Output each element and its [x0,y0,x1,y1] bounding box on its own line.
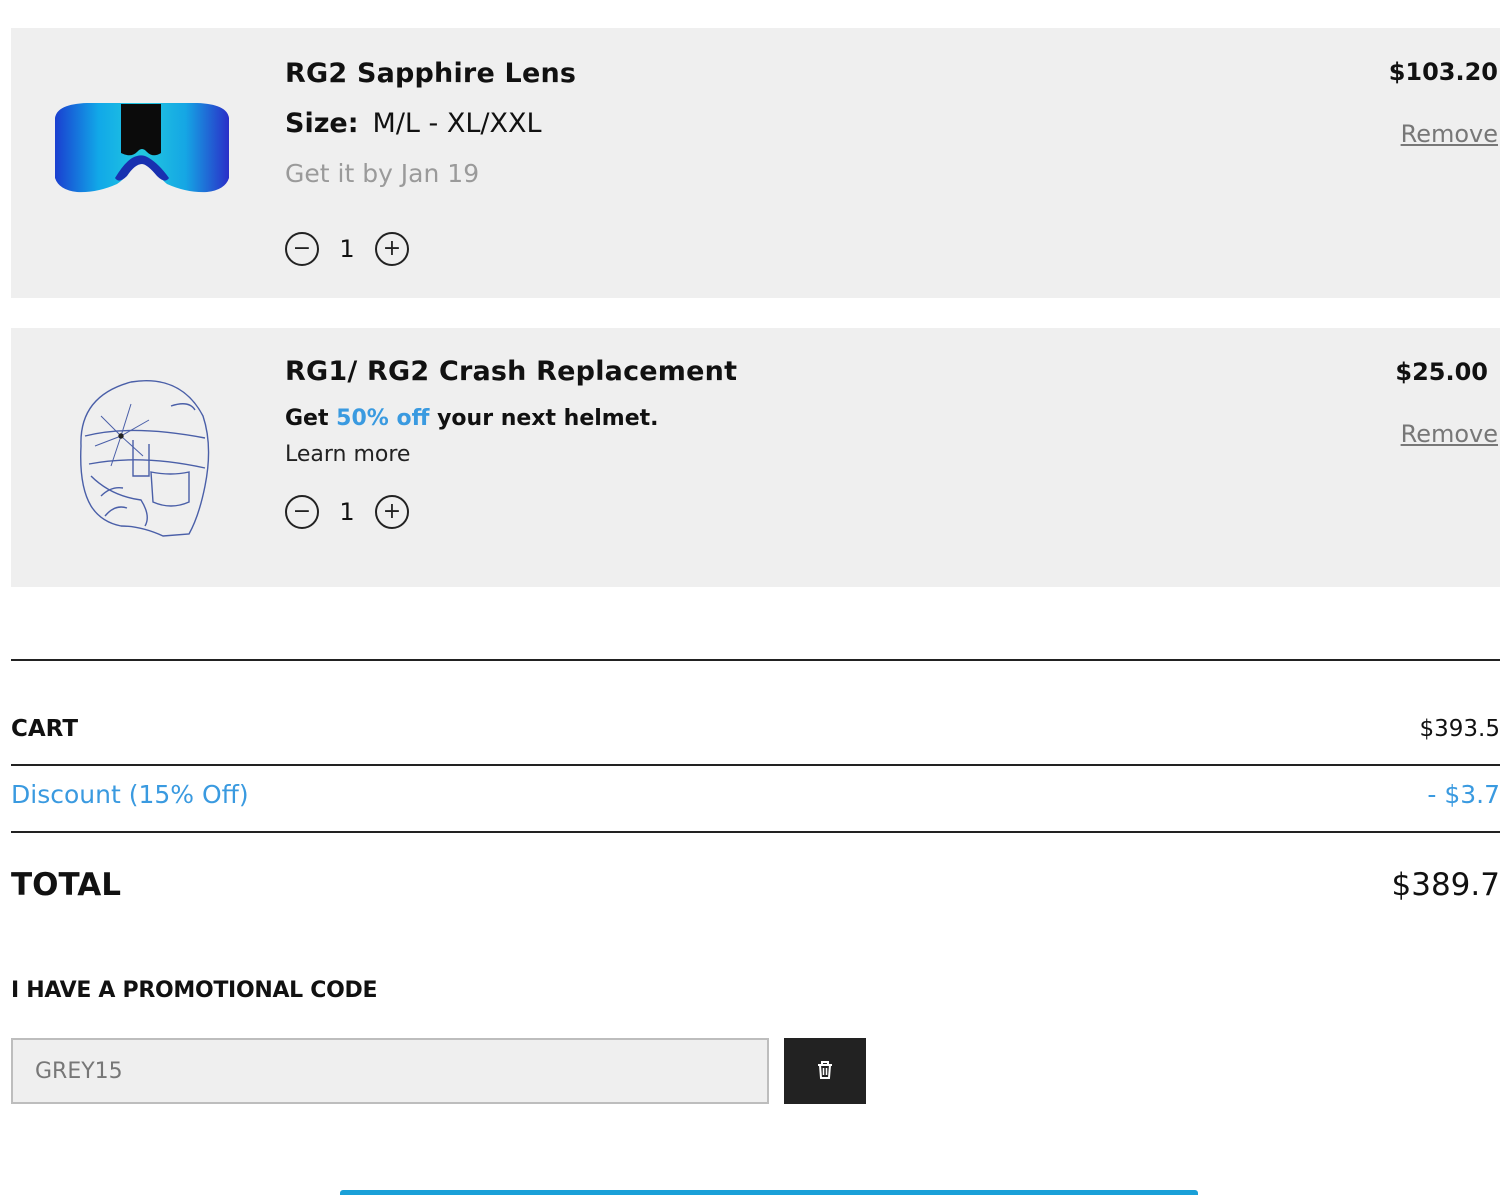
quantity-value: 1 [339,498,355,526]
product-name[interactable]: RG2 Sapphire Lens [285,58,576,89]
cart-subtotal: $393.5 [1419,716,1500,742]
product-name[interactable]: RG1/ RG2 Crash Replacement [285,356,737,387]
total-amount: $389.7 [1391,867,1500,903]
learn-more-link[interactable]: Learn more [285,442,410,467]
remove-link[interactable]: Remove [1401,120,1498,148]
cart-item: RG1/ RG2 Crash Replacement Get 50% off y… [11,328,1500,587]
promo-suffix: your next helmet. [429,406,659,431]
increase-quantity-button[interactable]: + [375,232,409,266]
promo-prefix: Get [285,406,337,431]
discount-amount: - $3.7 [1427,780,1500,809]
quantity-stepper: − 1 + [285,495,409,529]
size-value: M/L - XL/XXL [372,108,542,139]
promo-code-heading: I HAVE A PROMOTIONAL CODE [11,978,378,1003]
decrease-quantity-button[interactable]: − [285,495,319,529]
cracked-helmet-image [71,376,216,541]
item-price: $25.00 [1395,358,1488,386]
decrease-quantity-button[interactable]: − [285,232,319,266]
checkout-button[interactable] [340,1190,1198,1195]
cart-item: RG2 Sapphire Lens Size: M/L - XL/XXL Get … [11,28,1500,298]
discount-label: Discount (15% Off) [11,780,249,809]
helmet-promo-text: Get 50% off your next helmet. [285,406,659,431]
promo-code-input[interactable] [11,1038,769,1104]
size-label: Size: [285,108,359,139]
item-price: $103.20 [1388,58,1498,86]
goggle-lens-image [47,98,237,213]
quantity-value: 1 [339,235,355,263]
size-row: Size: M/L - XL/XXL [285,108,542,139]
delivery-estimate: Get it by Jan 19 [285,159,480,188]
summary-divider [11,764,1500,766]
promo-highlight: 50% off [336,406,430,431]
increase-quantity-button[interactable]: + [375,495,409,529]
summary-divider [11,659,1500,661]
remove-link[interactable]: Remove [1401,420,1498,448]
total-label: TOTAL [11,867,121,903]
trash-icon [816,1060,834,1083]
cart-label: CART [11,716,79,742]
summary-divider [11,831,1500,833]
quantity-stepper: − 1 + [285,232,409,266]
remove-promo-button[interactable] [784,1038,866,1104]
